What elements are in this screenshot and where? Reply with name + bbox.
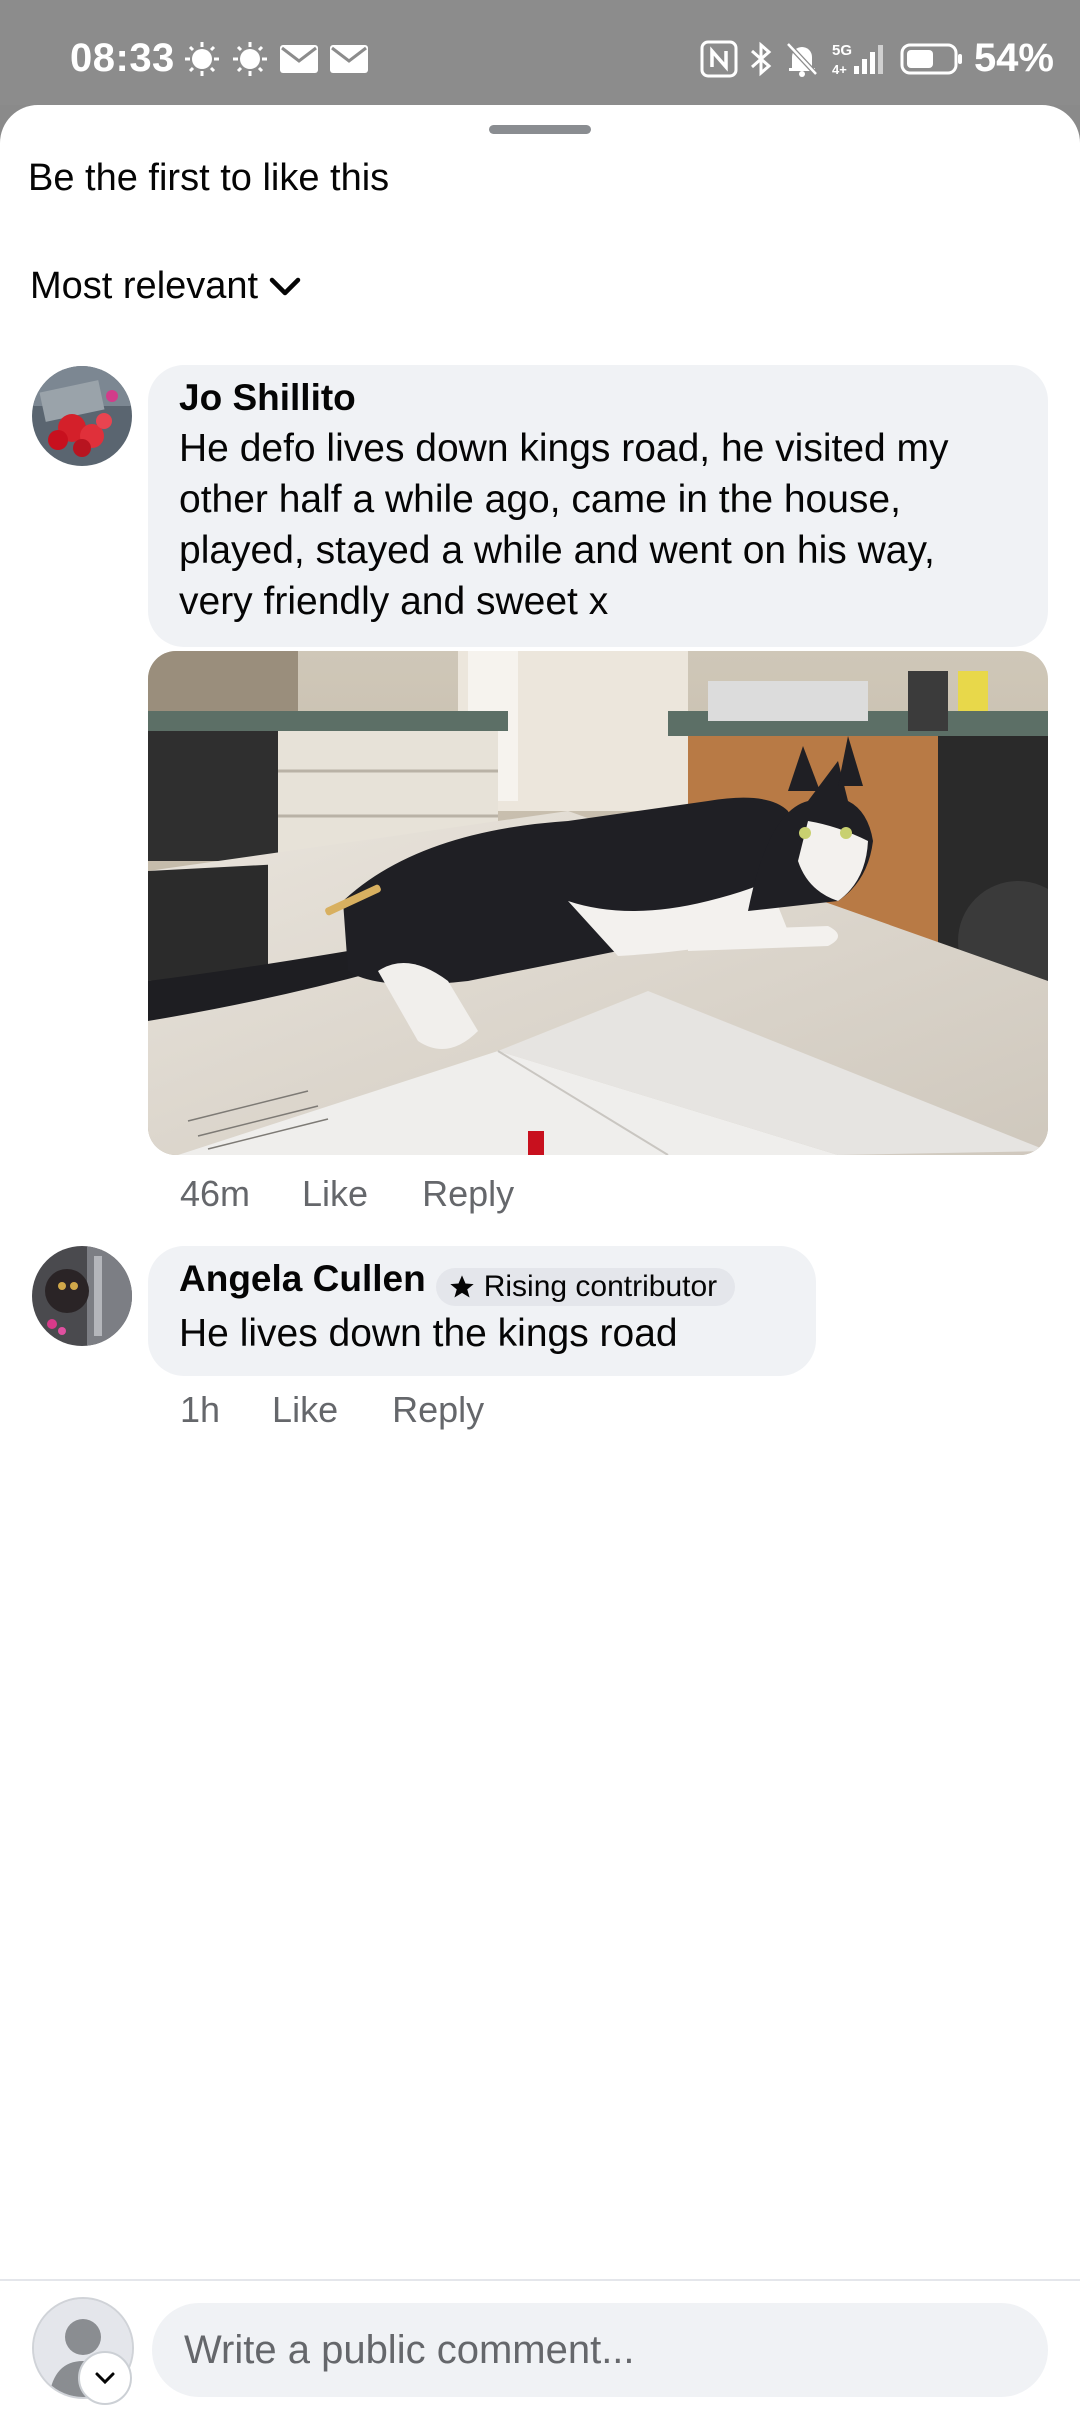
weather-icon <box>185 42 219 76</box>
comment-time: 1h <box>180 1389 221 1430</box>
sort-label: Most relevant <box>30 265 259 307</box>
mail-icon <box>280 45 318 73</box>
bluetooth-icon <box>750 41 772 76</box>
svg-text:4+: 4+ <box>832 62 847 77</box>
star-icon <box>450 1275 474 1298</box>
contributor-badge[interactable]: Rising contributor <box>435 1267 736 1306</box>
comment-time: 46m <box>180 1173 251 1214</box>
likes-summary[interactable]: Be the first to like this <box>28 157 389 200</box>
sort-dropdown[interactable]: Most relevant <box>30 265 302 308</box>
chevron-down-icon <box>269 277 301 295</box>
status-bar: 08:33 5G 4+ 54% <box>0 0 1080 105</box>
comment-bubble[interactable]: Angela Cullen Rising contributor He lives… <box>148 1246 816 1376</box>
chevron-down-icon <box>95 2372 115 2385</box>
notification-icons <box>183 40 369 78</box>
status-time: 08:33 <box>70 36 175 80</box>
comment-text: He defo lives down kings road, he visite… <box>179 427 949 623</box>
comment-author[interactable]: Jo Shillito <box>179 377 1017 419</box>
comment-input[interactable] <box>152 2303 1048 2397</box>
signal-icon: 5G 4+ <box>832 42 883 77</box>
comment-bubble[interactable]: Jo Shillito He defo lives down kings roa… <box>148 365 1048 647</box>
reply-button[interactable]: Reply <box>392 1389 484 1431</box>
comments-sheet: Be the first to like this Most relevant … <box>0 105 1080 2412</box>
svg-text:5G: 5G <box>832 42 852 59</box>
comment-composer <box>0 2279 1080 2412</box>
like-button[interactable]: Like <box>302 1173 368 1215</box>
mute-bell-icon <box>786 41 818 77</box>
like-button[interactable]: Like <box>272 1389 338 1431</box>
avatar[interactable] <box>32 366 132 466</box>
account-switch-button[interactable] <box>78 2351 132 2405</box>
comment-text: He lives down the kings road <box>179 1311 678 1355</box>
battery-icon <box>900 43 962 74</box>
system-icons: 5G 4+ 54% <box>700 36 1054 81</box>
comment-photo-cat[interactable] <box>148 651 1048 1155</box>
badge-label: Rising contributor <box>483 1269 718 1303</box>
weather-icon-2 <box>233 42 267 76</box>
comment-author[interactable]: Angela Cullen <box>179 1258 426 1299</box>
nfc-icon <box>700 40 738 77</box>
comment-meta: 1h Like Reply <box>180 1389 538 1431</box>
mail-icon-2 <box>330 45 368 73</box>
reply-button[interactable]: Reply <box>422 1173 514 1215</box>
drag-handle[interactable] <box>489 125 591 134</box>
comment-meta: 46m Like Reply <box>180 1173 568 1215</box>
battery-percent: 54% <box>973 36 1054 80</box>
avatar[interactable] <box>32 1246 132 1346</box>
